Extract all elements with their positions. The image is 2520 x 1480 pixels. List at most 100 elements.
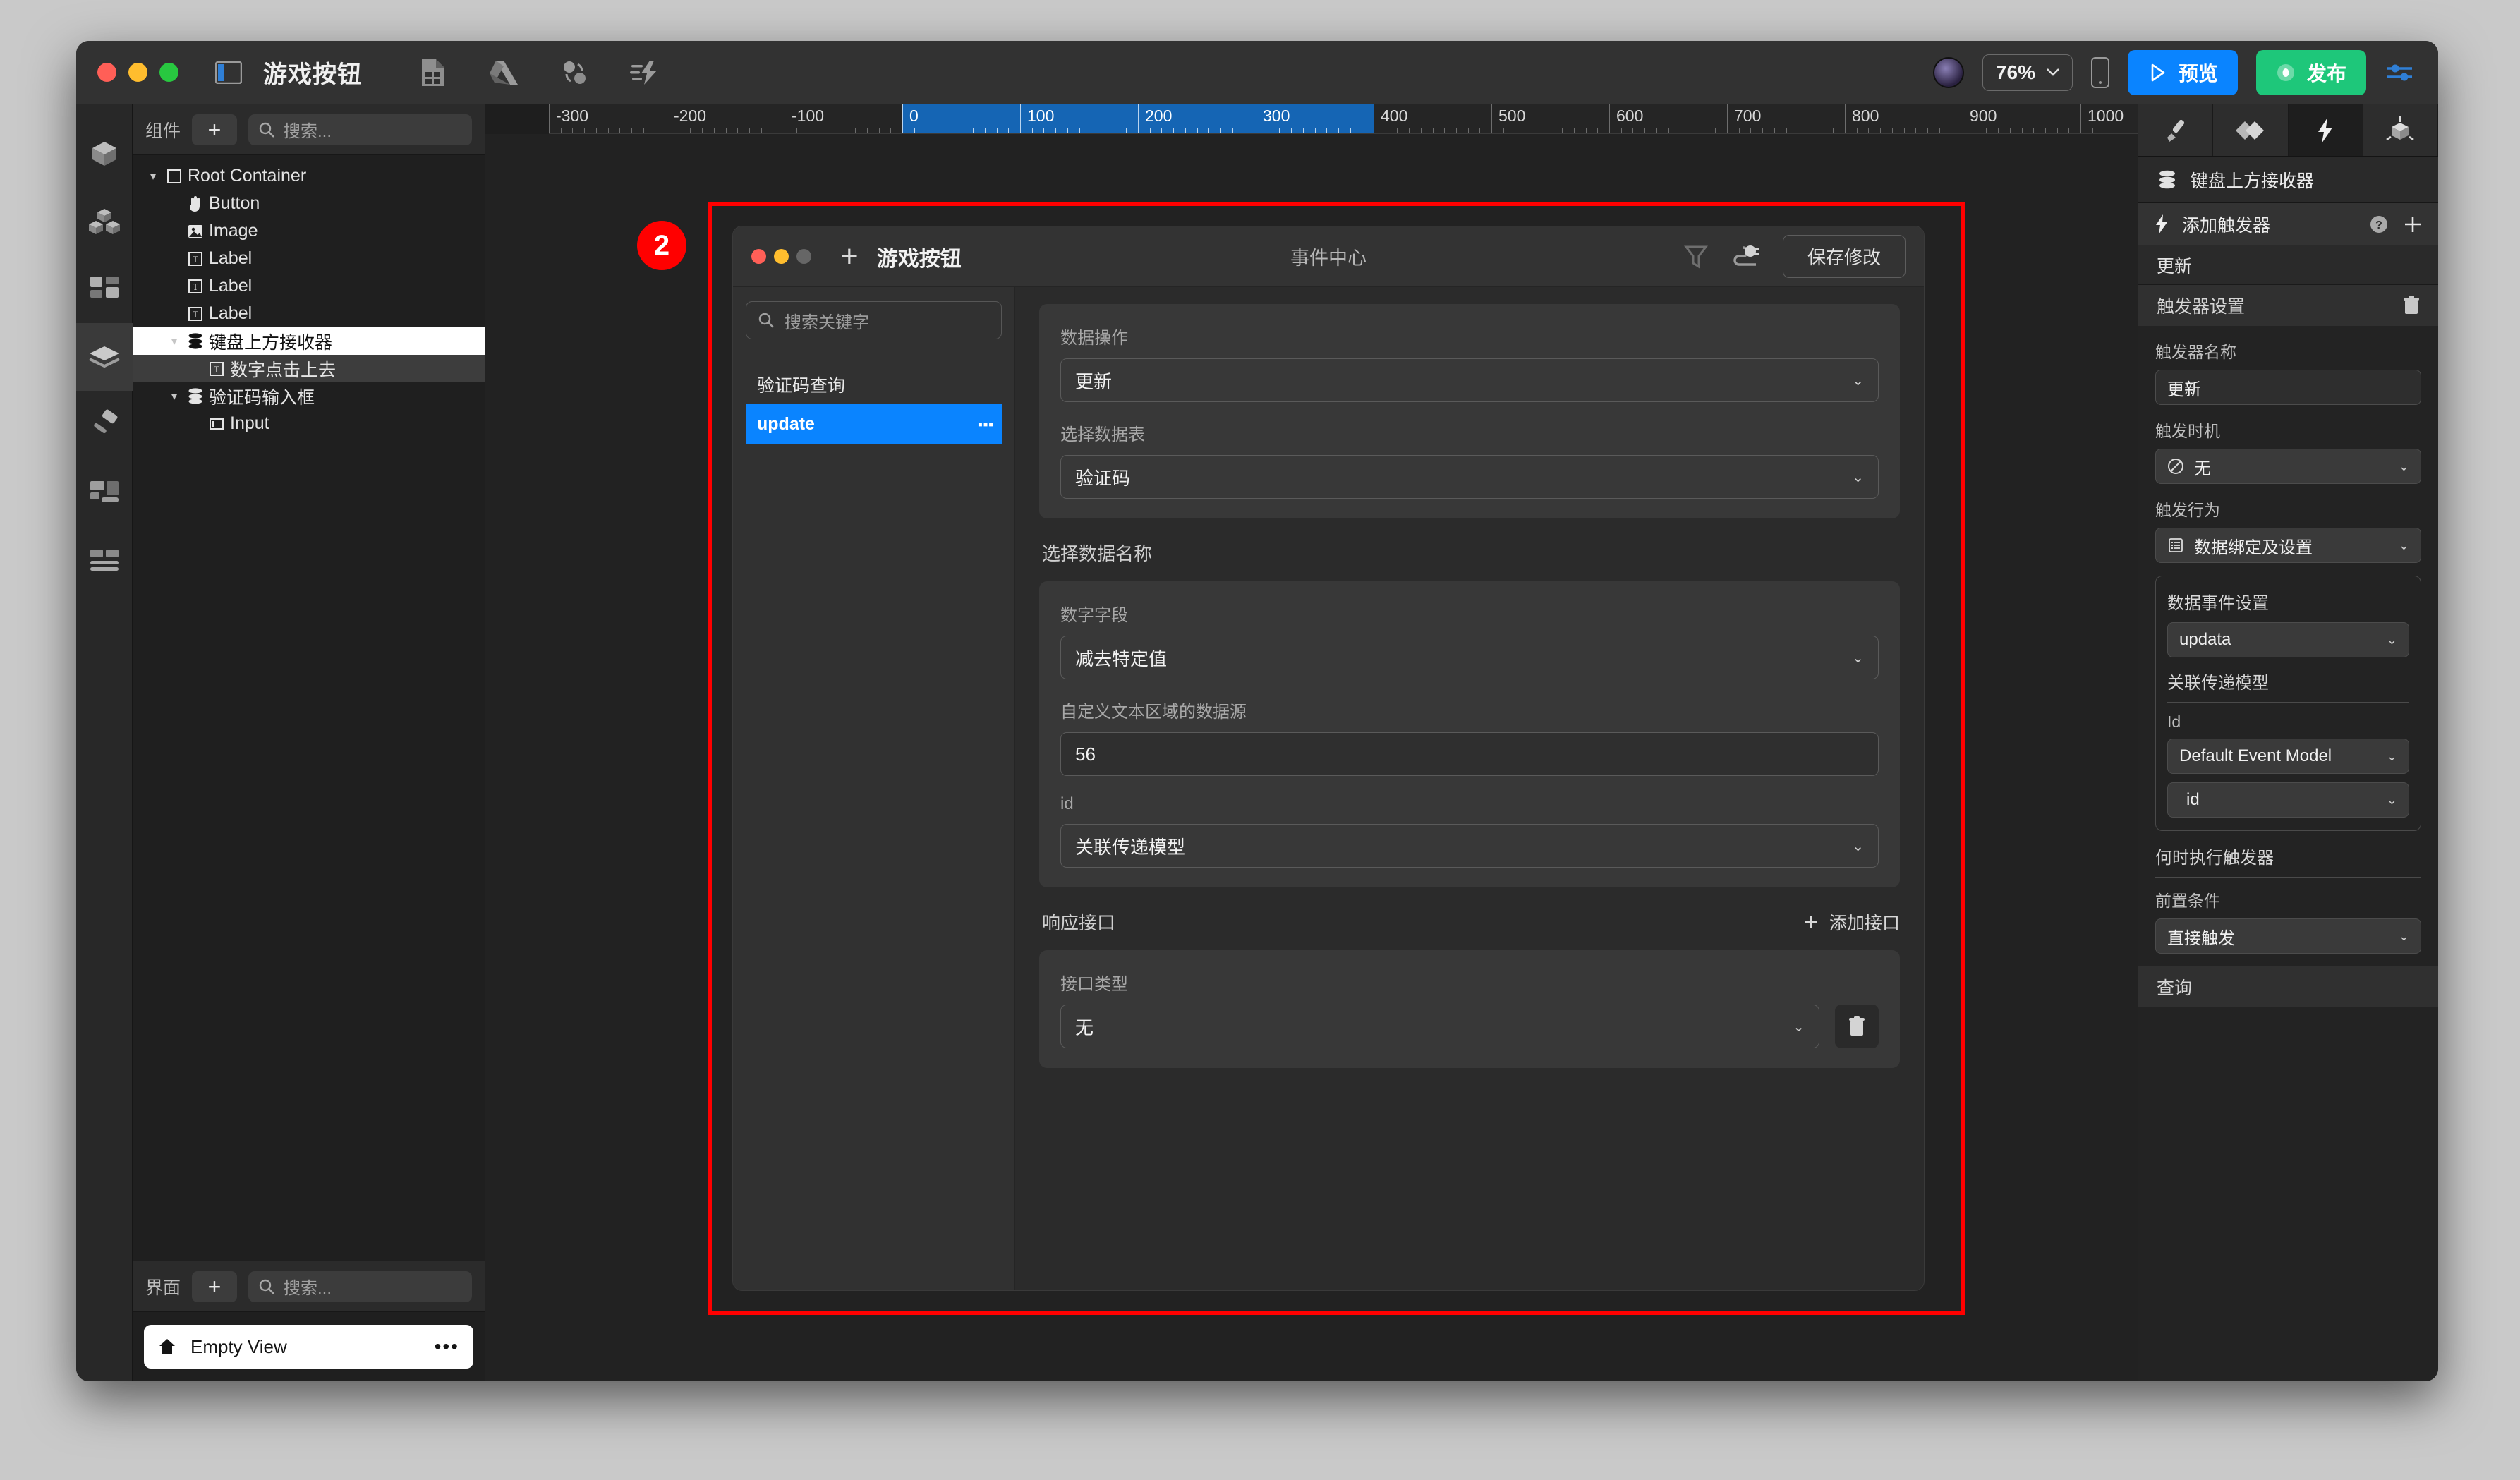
modal-search-input[interactable]: 搜索关键字 bbox=[746, 301, 1002, 339]
tree-item[interactable]: ▾TLabel bbox=[133, 300, 485, 327]
modal-list-item[interactable]: 验证码查询 bbox=[746, 365, 1002, 404]
tree-item[interactable]: ▾ Root Container bbox=[133, 162, 485, 190]
modal-list-item[interactable]: update ⋮ bbox=[746, 404, 1002, 444]
chevron-down-icon[interactable]: ▾ bbox=[166, 334, 182, 348]
chevron-down-icon: ⌄ bbox=[2386, 632, 2397, 647]
tree-item-label: Root Container bbox=[188, 166, 307, 186]
right-panel-owner: 键盘上方接收器 bbox=[2138, 157, 2438, 203]
ruler-tick bbox=[1149, 128, 1151, 133]
view-search-input[interactable]: 搜索... bbox=[248, 1270, 472, 1302]
phone-icon[interactable] bbox=[2090, 56, 2109, 88]
delete-trigger-button[interactable] bbox=[2403, 296, 2420, 315]
funnel-icon[interactable] bbox=[1683, 244, 1708, 269]
add-component-button[interactable]: + bbox=[192, 114, 238, 145]
interface-type-select[interactable]: 无 ⌄ bbox=[1060, 1005, 1819, 1048]
interface-type-label: 接口类型 bbox=[1060, 975, 1128, 994]
data-table-select[interactable]: 验证码 ⌄ bbox=[1060, 455, 1879, 499]
data-operation-select[interactable]: 更新 ⌄ bbox=[1060, 358, 1879, 402]
save-changes-button[interactable]: 保存修改 bbox=[1782, 235, 1906, 278]
trigger-action-select[interactable]: 数据绑定及设置 ⌄ bbox=[2155, 528, 2421, 563]
trigger-timing-field: 触发时机 无 ⌄ bbox=[2155, 418, 2421, 484]
zoom-level-select[interactable]: 76% bbox=[1982, 54, 2073, 91]
component-search-placeholder: 搜索... bbox=[284, 122, 332, 141]
tab-brush[interactable] bbox=[2138, 104, 2214, 156]
rail-item-blocks-grid-icon[interactable] bbox=[76, 255, 133, 323]
plus-icon[interactable] bbox=[2403, 214, 2423, 234]
modal-maximize-button[interactable] bbox=[796, 249, 811, 264]
sliders-icon[interactable] bbox=[2385, 58, 2414, 87]
trash-icon bbox=[2404, 296, 2419, 314]
plug-icon[interactable] bbox=[1732, 245, 1759, 269]
tree-item[interactable]: ▾Input bbox=[133, 410, 485, 437]
spreadsheet-icon[interactable] bbox=[418, 58, 448, 87]
add-trigger-row[interactable]: 添加触发器 ? bbox=[2138, 203, 2438, 245]
ruler-tick bbox=[1845, 104, 1846, 133]
tree-item[interactable]: ▾TLabel bbox=[133, 272, 485, 300]
minimize-window-button[interactable] bbox=[128, 63, 147, 82]
modal-add-button[interactable]: + bbox=[840, 241, 859, 272]
ruler-tick bbox=[1750, 128, 1752, 133]
modal-close-button[interactable] bbox=[751, 249, 766, 264]
tree-item[interactable]: ▾ 键盘上方接收器 bbox=[133, 327, 485, 355]
tree-item[interactable]: ▾TLabel bbox=[133, 245, 485, 272]
view-list-item[interactable]: Empty View ••• bbox=[144, 1325, 473, 1369]
tree-item[interactable]: ▾Image bbox=[133, 217, 485, 245]
number-field-select[interactable]: 减去特定值 ⌄ bbox=[1060, 636, 1879, 679]
rail-item-paint-roller-icon[interactable] bbox=[76, 391, 133, 459]
chevron-down-icon[interactable]: ▾ bbox=[145, 169, 161, 183]
tree-item[interactable]: ▾T数字点击上去 bbox=[133, 355, 485, 382]
question-icon[interactable]: ? bbox=[2369, 214, 2389, 234]
id-label: id bbox=[1060, 794, 1074, 813]
drive-triangle-icon[interactable] bbox=[489, 58, 519, 87]
preview-button[interactable]: 预览 bbox=[2127, 49, 2238, 95]
tab-triggers[interactable] bbox=[2288, 104, 2363, 156]
publish-button[interactable]: 发布 bbox=[2255, 49, 2366, 95]
delete-interface-button[interactable] bbox=[1835, 1005, 1879, 1048]
modal-list-item-menu-button[interactable]: ⋮ bbox=[975, 416, 996, 432]
add-interface-button[interactable]: 添加接口 bbox=[1803, 909, 1900, 935]
query-section-header[interactable]: 查询 bbox=[2138, 966, 2438, 1007]
plus-icon bbox=[1804, 915, 1817, 928]
sidebar-toggle-icon[interactable] bbox=[215, 61, 242, 84]
rail-item-cube-icon[interactable] bbox=[76, 120, 133, 188]
trigger-list-item[interactable]: 更新 bbox=[2138, 245, 2438, 285]
lightning-lines-icon[interactable] bbox=[630, 58, 660, 87]
trigger-timing-select[interactable]: 无 ⌄ bbox=[2155, 449, 2421, 484]
right-properties-panel: 键盘上方接收器 添加触发器 ? 更新 触发器设置 触发器名称 更新 触发时机 无… bbox=[2138, 104, 2438, 1381]
data-event-select[interactable]: updata ⌄ bbox=[2167, 622, 2409, 657]
rail-item-layout-icon[interactable] bbox=[76, 459, 133, 526]
rp-id-select[interactable]: Default Event Model ⌄ bbox=[2167, 739, 2409, 774]
modal-minimize-button[interactable] bbox=[774, 249, 789, 264]
tree-item[interactable]: ▾ 验证码输入框 bbox=[133, 382, 485, 410]
ruler-tick-label: 0 bbox=[909, 107, 919, 125]
ruler-tick bbox=[902, 104, 903, 133]
maximize-window-button[interactable] bbox=[159, 63, 178, 82]
view-item-menu-button[interactable]: ••• bbox=[435, 1335, 459, 1358]
precondition-select[interactable]: 直接触发 ⌄ bbox=[2155, 918, 2421, 954]
ruler-tick bbox=[878, 128, 880, 133]
add-view-button[interactable]: + bbox=[192, 1270, 238, 1302]
ruler-segment: 300 bbox=[1256, 104, 1374, 133]
component-search-input[interactable]: 搜索... bbox=[248, 114, 472, 145]
close-window-button[interactable] bbox=[97, 63, 116, 82]
right-panel-owner-label: 键盘上方接收器 bbox=[2191, 171, 2315, 191]
tab-export[interactable] bbox=[2363, 104, 2438, 156]
ruler-tick bbox=[2045, 128, 2046, 133]
rp-id-sub-select[interactable]: id ⌄ bbox=[2167, 782, 2409, 818]
add-trigger-actions: ? bbox=[2369, 214, 2423, 234]
rail-item-cubes-group-icon[interactable] bbox=[76, 188, 133, 255]
ruler-segment: 900 bbox=[1963, 104, 2080, 133]
chevron-down-icon[interactable]: ▾ bbox=[166, 389, 182, 404]
ruler-tick bbox=[1043, 128, 1045, 133]
ruler-tick bbox=[572, 128, 574, 133]
ruler-tick bbox=[761, 128, 762, 133]
avatar[interactable] bbox=[1932, 56, 1964, 88]
tab-layers[interactable] bbox=[2213, 104, 2289, 156]
rail-item-layers-icon[interactable] bbox=[76, 323, 133, 391]
id-select[interactable]: 关联传递模型 ⌄ bbox=[1060, 824, 1879, 868]
trigger-name-input[interactable]: 更新 bbox=[2155, 370, 2421, 405]
rail-item-list-layout-icon[interactable] bbox=[76, 526, 133, 594]
custom-source-input[interactable]: 56 bbox=[1060, 732, 1879, 776]
sync-swap-icon[interactable] bbox=[559, 58, 589, 87]
tree-item[interactable]: ▾Button bbox=[133, 190, 485, 217]
